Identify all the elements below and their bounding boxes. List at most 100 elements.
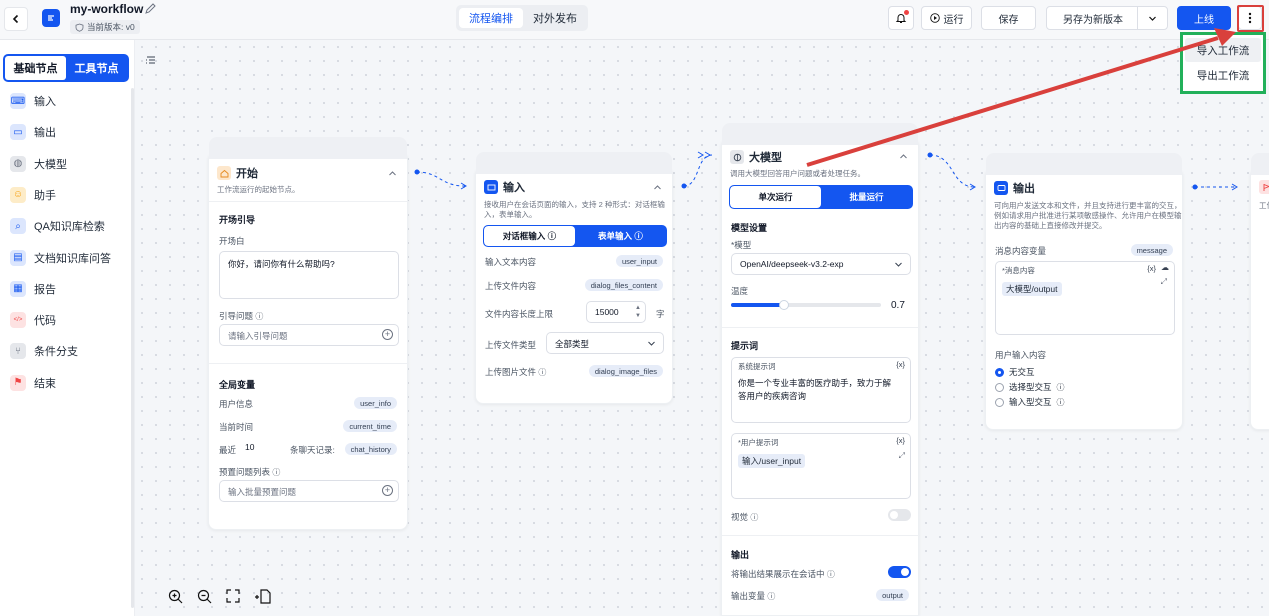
sidebar-item-label: 条件分支 bbox=[34, 346, 78, 359]
run-mode-segment: 单次运行 批量运行 bbox=[729, 185, 913, 209]
divider bbox=[209, 201, 409, 202]
guide-input[interactable]: 请输入引导问题 + bbox=[219, 324, 399, 346]
history-count: 10 bbox=[245, 442, 255, 452]
start-node[interactable]: 开始 工作流运行的起始节点。 开场引导 开场白 你好，请问你有什么帮助吗? 引导… bbox=[208, 137, 409, 530]
sidebar-item-qa-search[interactable]: ⌕ QA知识库检索 bbox=[10, 218, 105, 235]
seg-form-label: 表单输入 bbox=[598, 231, 633, 241]
save-as-version-label: 另存为新版本 bbox=[1063, 14, 1123, 26]
sidebar-item-brain[interactable]: ◍ 大模型 bbox=[10, 155, 67, 172]
sidebar-scrollbar[interactable] bbox=[131, 88, 134, 608]
history-count-input[interactable]: 10 bbox=[239, 439, 287, 455]
system-prompt-box[interactable]: 系统提示词 {x} 你是一个专业丰富的医疗助手，致力于解答用户的疾病咨询 bbox=[731, 357, 911, 423]
canvas-list-toggle-icon[interactable] bbox=[145, 54, 157, 66]
user-prompt-box[interactable]: *用户提示词 {x} ⤢ 输入/user_input bbox=[731, 433, 911, 499]
expand-icon[interactable]: ⤢ bbox=[899, 451, 905, 461]
save-as-dropdown[interactable] bbox=[1137, 7, 1167, 29]
save-button[interactable]: 保存 bbox=[981, 6, 1036, 30]
input-mode-segment: 对话框输入 ⓘ 表单输入 ⓘ bbox=[483, 225, 667, 247]
notification-button[interactable] bbox=[888, 6, 914, 30]
sidebar-item-report[interactable]: ▦ 报告 bbox=[10, 280, 56, 297]
menu-item-export-workflow[interactable]: 导出工作流 bbox=[1185, 63, 1261, 87]
filetype-select[interactable]: 全部类型 bbox=[546, 332, 664, 354]
collapse-icon[interactable] bbox=[899, 152, 908, 161]
output-var-label-text: 输出变量 bbox=[731, 591, 766, 601]
add-note-icon[interactable] bbox=[254, 588, 272, 604]
workflow-name: my-workflow bbox=[70, 2, 144, 16]
fit-view-icon[interactable] bbox=[226, 589, 240, 603]
radio-dot bbox=[995, 382, 1004, 392]
temp-slider-fill bbox=[731, 303, 784, 307]
add-circle-icon[interactable]: + bbox=[382, 485, 393, 496]
output-node[interactable]: 输出 可向用户发送文本和文件，并且支持进行更丰富的交互， 例如请求用户批准进行某… bbox=[985, 153, 1183, 430]
variable-insert-icon[interactable]: {x} bbox=[1147, 264, 1156, 273]
seg-dialog-input[interactable]: 对话框输入 ⓘ bbox=[484, 226, 575, 246]
input-node[interactable]: 输入 接收用户在会话页面的输入，支持 2 种形式：对话框输 入，表单输入。 对话… bbox=[475, 152, 673, 404]
var-tag-current-time: current_time bbox=[343, 420, 397, 432]
preset-input[interactable]: 输入批量预置问题 + bbox=[219, 480, 399, 502]
temp-slider[interactable] bbox=[731, 300, 881, 310]
radio-input-interaction[interactable]: 输入型交互 ⓘ bbox=[995, 396, 1065, 408]
radio-no-interaction[interactable]: 无交互 bbox=[995, 366, 1035, 378]
expand-icon[interactable]: ⤢ bbox=[1161, 277, 1167, 287]
sidebar-item-flag[interactable]: ⚑ 结束 bbox=[10, 374, 56, 391]
var-tag-user-info: user_info bbox=[354, 397, 397, 409]
stepper-arrows-icon[interactable]: ▲ ▼ bbox=[635, 304, 641, 320]
seg-single-run[interactable]: 单次运行 bbox=[730, 186, 821, 208]
publish-button[interactable]: 上线 bbox=[1177, 6, 1231, 30]
zoom-out-icon[interactable] bbox=[197, 589, 212, 604]
vision-label: 视觉 ⓘ bbox=[731, 511, 758, 523]
row-label-text: 输入文本内容 bbox=[485, 257, 537, 267]
mode-tabs: 流程编排 对外发布 bbox=[456, 5, 588, 31]
node-sidebar: 基础节点 工具节点 ⌨ 输入 ▭ 输出 ◍ 大模型 ☺ 助手 ⌕ QA知识库检索 ▤ 文档知识库问答 ▦… bbox=[0, 40, 135, 616]
save-as-version-button[interactable]: 另存为新版本 bbox=[1046, 6, 1168, 30]
sidebar-item-input[interactable]: ⌨ 输入 bbox=[10, 93, 56, 109]
collapse-icon[interactable] bbox=[653, 183, 662, 192]
tab-tool-nodes[interactable]: 工具节点 bbox=[66, 56, 127, 80]
tab-orchestration[interactable]: 流程编排 bbox=[459, 8, 523, 28]
end-node-desc: 工作 bbox=[1259, 201, 1269, 210]
upload-cloud-icon[interactable]: ☁ bbox=[1161, 263, 1169, 272]
seg-form-input[interactable]: 表单输入 ⓘ bbox=[575, 226, 666, 246]
edit-name-icon[interactable] bbox=[144, 2, 157, 18]
msg-content-box[interactable]: *消息内容 {x} ☁ ⤢ 大模型/output bbox=[995, 261, 1175, 335]
tab-publish[interactable]: 对外发布 bbox=[524, 8, 586, 28]
tab-basic-nodes[interactable]: 基础节点 bbox=[5, 56, 66, 80]
sidebar-item-code[interactable]: </> 代码 bbox=[10, 312, 56, 329]
msg-var-label: 消息内容变量 bbox=[995, 246, 1047, 256]
sidebar-item-label: 报告 bbox=[34, 283, 56, 296]
menu-item-import-workflow[interactable]: 导入工作流 bbox=[1185, 38, 1261, 62]
limit-stepper[interactable]: 15000 ▲ ▼ bbox=[586, 301, 646, 323]
radio-choice-interaction[interactable]: 选择型交互 ⓘ bbox=[995, 381, 1065, 393]
llm-node-header: 大模型 bbox=[730, 149, 782, 165]
show-output-toggle[interactable] bbox=[888, 566, 911, 578]
model-section-title: 模型设置 bbox=[731, 223, 768, 233]
run-label: 运行 bbox=[943, 14, 964, 26]
sidebar-item-output[interactable]: ▭ 输出 bbox=[10, 124, 56, 141]
llm-node[interactable]: 大模型 调用大模型回答用户问题或者处理任务。 单次运行 批量运行 模型设置 *模… bbox=[721, 123, 920, 616]
sidebar-item-assistant[interactable]: ☺ 助手 bbox=[10, 186, 56, 203]
model-select[interactable]: OpenAI/deepseek-v3.2-exp bbox=[731, 253, 911, 275]
run-button[interactable]: 运行 bbox=[921, 6, 972, 30]
back-button[interactable] bbox=[4, 7, 28, 31]
image-tag: dialog_image_files bbox=[588, 365, 663, 377]
show-output-label-text: 将输出结果展示在会话中 bbox=[731, 569, 825, 579]
collapse-icon[interactable] bbox=[388, 169, 397, 178]
sidebar-item-label: QA知识库检索 bbox=[34, 221, 105, 234]
sidebar-item-label: 结束 bbox=[34, 377, 56, 390]
end-node-partial[interactable]: 工作 bbox=[1250, 153, 1269, 430]
vision-toggle[interactable] bbox=[888, 509, 911, 521]
output-var-label: 输出变量 ⓘ bbox=[731, 590, 775, 602]
add-circle-icon[interactable]: + bbox=[382, 329, 393, 340]
variable-insert-icon[interactable]: {x} bbox=[896, 436, 905, 445]
variable-insert-icon[interactable]: {x} bbox=[896, 360, 905, 369]
sidebar-item-book[interactable]: ▤ 文档知识库问答 bbox=[10, 249, 111, 266]
sidebar-item-label: 代码 bbox=[34, 315, 56, 328]
temp-slider-thumb[interactable] bbox=[778, 300, 789, 310]
opening-textarea[interactable]: 你好，请问你有什么帮助吗? bbox=[219, 251, 399, 299]
zoom-in-icon[interactable] bbox=[168, 589, 183, 604]
output-node-desc-3: 出内容的基础上直接修改并提交。 bbox=[994, 221, 1107, 230]
sidebar-item-branch[interactable]: ⑂ 条件分支 bbox=[10, 343, 78, 360]
var-label-current-time: 当前时间 bbox=[219, 422, 254, 432]
seg-batch-run[interactable]: 批量运行 bbox=[821, 186, 912, 208]
output-icon bbox=[994, 181, 1008, 195]
